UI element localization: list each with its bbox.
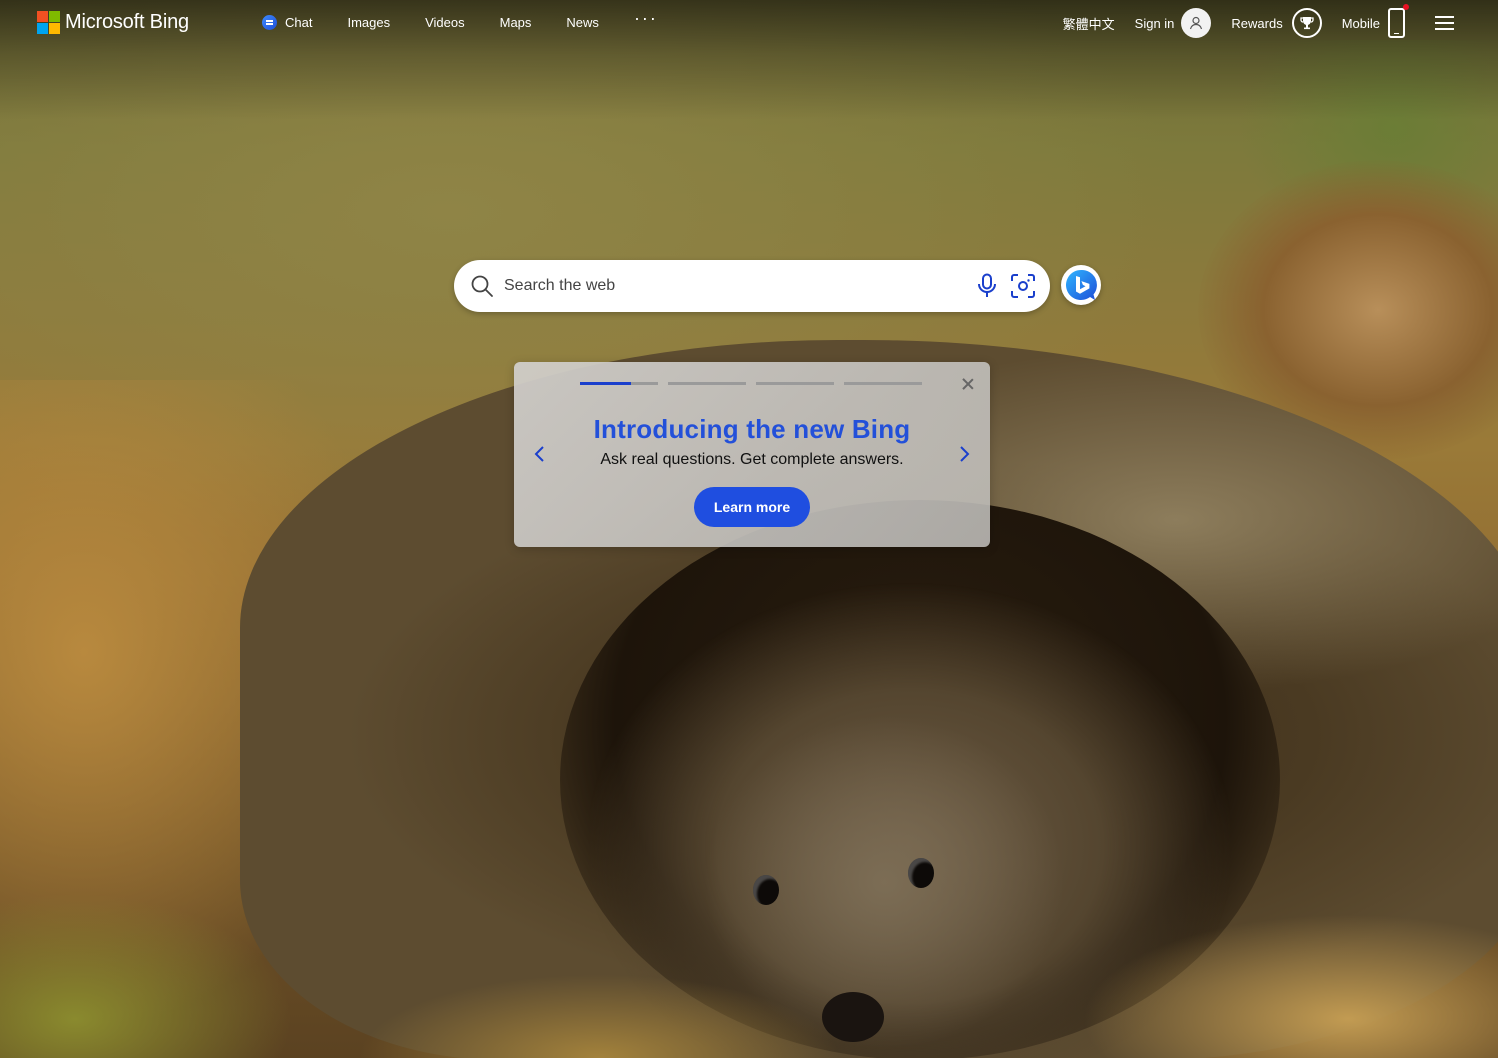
mobile-button[interactable]: Mobile (1341, 4, 1409, 38)
chat-icon (262, 15, 277, 30)
progress-segment[interactable] (580, 382, 658, 385)
nav-chat[interactable]: Chat (262, 15, 312, 30)
search-icon[interactable] (470, 274, 494, 298)
progress-segment[interactable] (668, 382, 746, 385)
microphone-icon[interactable] (976, 273, 998, 299)
progress-segment[interactable] (756, 382, 834, 385)
rewards-label: Rewards (1231, 15, 1283, 31)
sign-in-button[interactable]: Sign in (1135, 8, 1212, 38)
language-link[interactable]: 繁體中文 (1063, 14, 1115, 33)
progress-segment[interactable] (844, 382, 922, 385)
bing-copilot-icon[interactable] (1061, 265, 1101, 305)
nav-chat-label: Chat (285, 15, 313, 30)
visual-search-icon[interactable] (1010, 273, 1036, 299)
phone-icon (1388, 4, 1409, 38)
search-box (454, 260, 1050, 312)
brand-name: Microsoft Bing (65, 11, 189, 33)
carousel-progress (580, 382, 922, 385)
nav-images[interactable]: Images (347, 15, 390, 30)
more-menu-button[interactable]: ··· (634, 8, 658, 29)
trophy-icon (1291, 8, 1322, 38)
microsoft-logo-icon (37, 11, 60, 34)
promo-card: Introducing the new Bing Ask real questi… (514, 362, 990, 547)
learn-more-button[interactable]: Learn more (694, 487, 810, 527)
bing-logo[interactable]: Microsoft Bing (37, 11, 189, 34)
main-nav: Chat Images Videos Maps News ··· (262, 8, 693, 30)
promo-title: Introducing the new Bing (593, 414, 911, 444)
nav-maps[interactable]: Maps (500, 15, 532, 30)
avatar-icon (1181, 8, 1212, 38)
notification-dot (1403, 4, 1409, 10)
sign-in-label: Sign in (1134, 15, 1175, 31)
hamburger-menu-icon[interactable] (1435, 16, 1454, 30)
mobile-label: Mobile (1341, 15, 1380, 31)
nav-news[interactable]: News (566, 15, 599, 30)
search-input[interactable] (502, 276, 946, 296)
rewards-button[interactable]: Rewards (1231, 8, 1322, 38)
promo-subtitle: Ask real questions. Get complete answers… (600, 451, 904, 468)
top-header: Microsoft Bing Chat Images Videos Maps N… (0, 0, 1498, 48)
header-right: 繁體中文 Sign in Rewards Mobile (1043, 4, 1454, 38)
close-icon[interactable] (960, 376, 976, 392)
nav-videos[interactable]: Videos (425, 15, 465, 30)
